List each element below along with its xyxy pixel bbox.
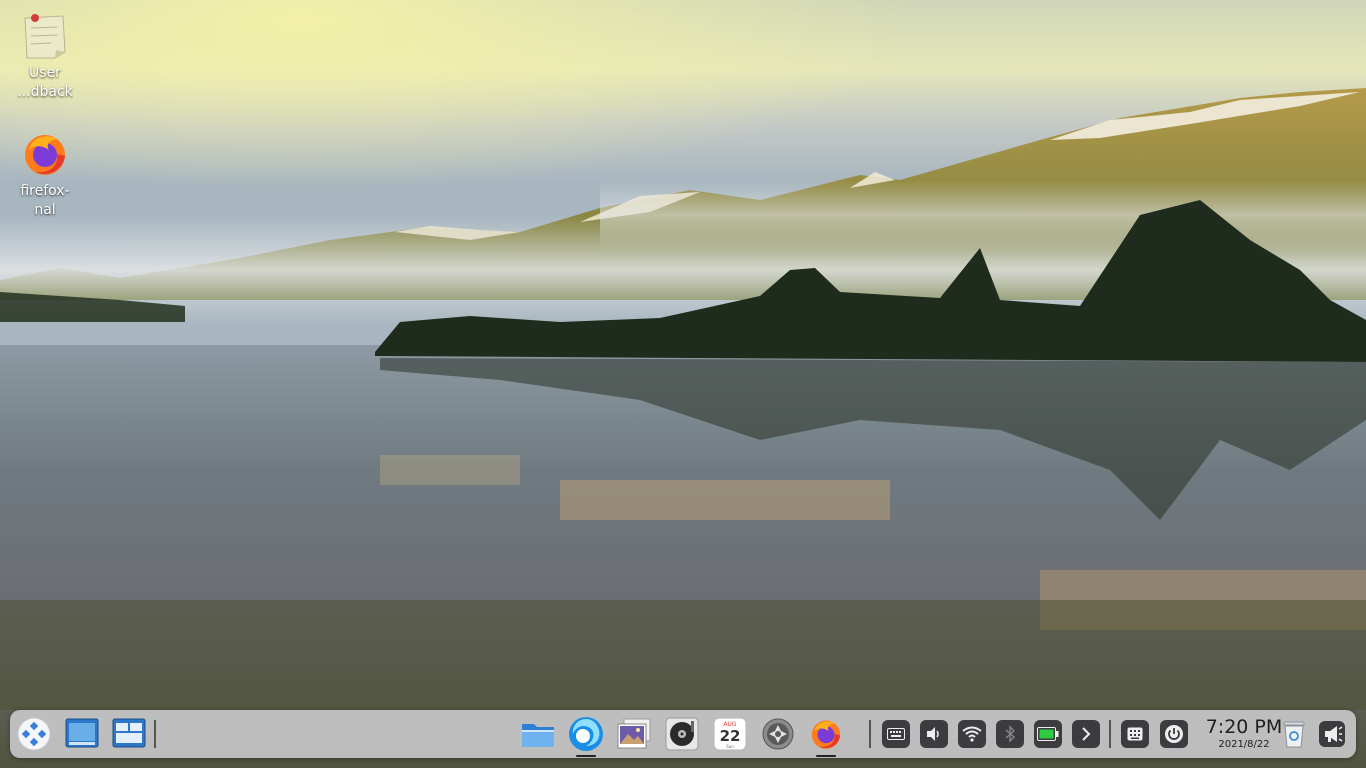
dock-app-browser[interactable] — [568, 716, 604, 757]
dock-separator — [154, 720, 156, 748]
expand-arrow-icon — [1082, 727, 1091, 741]
dock-app-image-viewer[interactable] — [616, 716, 652, 752]
dock-app-firefox[interactable] — [808, 716, 844, 757]
control-center-icon — [762, 718, 794, 750]
launcher-button[interactable] — [16, 716, 52, 752]
volume-icon — [927, 727, 939, 741]
volume-button[interactable] — [920, 720, 948, 748]
desktop-icon-user-feedback[interactable]: User ...dback — [0, 12, 90, 102]
battery-button[interactable] — [1034, 720, 1062, 748]
file-manager-icon — [522, 724, 554, 747]
bluetooth-button[interactable] — [996, 720, 1024, 748]
bluetooth-icon — [1005, 725, 1016, 743]
dock: AUG 22 Sun 7:20 PM 2021/8/22 — [10, 710, 1356, 758]
dock-app-calendar[interactable]: AUG 22 Sun — [712, 716, 748, 752]
wifi-button[interactable] — [958, 720, 986, 748]
window-manager-icon — [65, 718, 99, 748]
music-icon — [665, 717, 699, 751]
clock[interactable]: 7:20 PM 2021/8/22 — [1202, 716, 1286, 752]
multitask-view-icon — [112, 718, 146, 748]
desktop-icon-label: ...dback — [17, 84, 73, 100]
desktop-icon-firefox[interactable]: firefox- nal — [0, 130, 90, 220]
sticky-note-icon — [24, 14, 66, 59]
trash-button[interactable] — [1276, 716, 1312, 752]
notification-icon — [1319, 721, 1345, 747]
clock-time: 7:20 PM — [1205, 716, 1283, 738]
keyboard-icon — [887, 728, 905, 740]
multitask-view-button[interactable] — [111, 716, 147, 752]
launcher-icon — [17, 717, 51, 751]
clock-date: 2021/8/22 — [1218, 739, 1270, 750]
dock-app-control-center[interactable] — [760, 716, 796, 752]
dock-separator — [1109, 720, 1111, 748]
image-viewer-icon — [617, 718, 651, 749]
calendar-day: 22 — [720, 727, 741, 745]
dock-separator — [869, 720, 871, 748]
onscreen-keyboard-icon — [1127, 727, 1143, 741]
trash-icon — [1283, 721, 1305, 748]
desktop-wallpaper — [0, 0, 1366, 768]
calendar-weekday: Sun — [726, 744, 734, 749]
running-indicator — [816, 755, 836, 757]
dock-app-music[interactable] — [664, 716, 700, 752]
expand-tray-button[interactable] — [1072, 720, 1100, 748]
battery-icon — [1037, 727, 1059, 741]
power-icon — [1165, 725, 1183, 743]
desktop-icon-label: firefox- — [20, 183, 70, 199]
desktop-icon-label: nal — [34, 202, 56, 218]
running-indicator — [576, 755, 596, 757]
wifi-icon — [962, 726, 982, 742]
onscreen-keyboard-button[interactable] — [1121, 720, 1149, 748]
calendar-icon: AUG 22 Sun — [713, 717, 747, 751]
browser-icon — [569, 717, 603, 751]
firefox-icon — [811, 720, 841, 749]
window-manager-button[interactable] — [64, 716, 100, 752]
keyboard-layout-button[interactable] — [882, 720, 910, 748]
dock-app-file-manager[interactable] — [520, 716, 556, 752]
firefox-icon — [25, 135, 65, 175]
notification-center-button[interactable] — [1314, 716, 1350, 752]
desktop-icon-label: User — [29, 65, 61, 81]
power-button[interactable] — [1160, 720, 1188, 748]
